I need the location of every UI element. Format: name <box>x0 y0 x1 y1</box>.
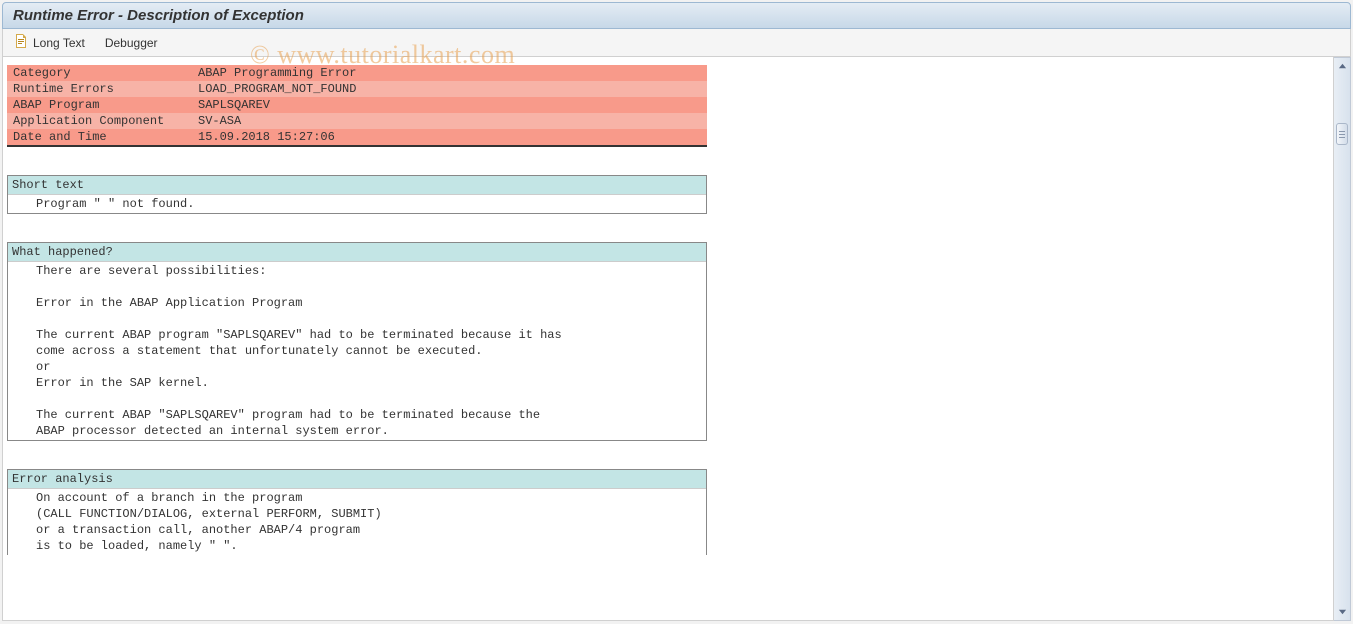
table-row: ABAP Program SAPLSQAREV <box>7 97 707 113</box>
debugger-label: Debugger <box>105 36 158 50</box>
text-line <box>8 391 706 407</box>
info-value: SAPLSQAREV <box>192 97 707 113</box>
info-value: ABAP Programming Error <box>192 65 707 81</box>
table-row: Category ABAP Programming Error <box>7 65 707 81</box>
text-line: On account of a branch in the program <box>8 490 706 506</box>
content-area: Category ABAP Programming Error Runtime … <box>2 57 1334 621</box>
document-icon <box>13 33 29 52</box>
short-text-section: Short text Program " " not found. <box>7 175 707 214</box>
text-line: Error in the SAP kernel. <box>8 375 706 391</box>
info-value: SV-ASA <box>192 113 707 129</box>
what-happened-section: What happened? There are several possibi… <box>7 242 707 441</box>
long-text-button[interactable]: Long Text <box>13 33 85 52</box>
text-line: Error in the ABAP Application Program <box>8 295 706 311</box>
section-body: There are several possibilities: Error i… <box>8 262 706 440</box>
long-text-label: Long Text <box>33 36 85 50</box>
text-line: come across a statement that unfortunate… <box>8 343 706 359</box>
info-label: ABAP Program <box>7 97 192 113</box>
text-line: or <box>8 359 706 375</box>
text-line: The current ABAP "SAPLSQAREV" program ha… <box>8 407 706 423</box>
text-line <box>8 279 706 295</box>
table-row: Application Component SV-ASA <box>7 113 707 129</box>
info-label: Application Component <box>7 113 192 129</box>
text-line: There are several possibilities: <box>8 263 706 279</box>
vertical-scrollbar[interactable] <box>1334 57 1351 621</box>
info-label: Category <box>7 65 192 81</box>
info-label: Date and Time <box>7 129 192 146</box>
text-line: ABAP processor detected an internal syst… <box>8 423 706 439</box>
section-header: Error analysis <box>8 470 706 489</box>
error-analysis-section: Error analysis On account of a branch in… <box>7 469 707 555</box>
text-line: is to be loaded, namely " ". <box>8 538 706 554</box>
section-header: Short text <box>8 176 706 195</box>
scroll-thumb[interactable] <box>1336 123 1348 145</box>
toolbar: Long Text Debugger <box>2 29 1351 57</box>
text-line: or a transaction call, another ABAP/4 pr… <box>8 522 706 538</box>
scroll-up-icon[interactable] <box>1336 60 1349 73</box>
scroll-down-icon[interactable] <box>1336 605 1349 618</box>
text-line: The current ABAP program "SAPLSQAREV" ha… <box>8 327 706 343</box>
info-value: LOAD_PROGRAM_NOT_FOUND <box>192 81 707 97</box>
text-line: Program " " not found. <box>8 196 706 212</box>
section-body: On account of a branch in the program (C… <box>8 489 706 555</box>
table-row: Runtime Errors LOAD_PROGRAM_NOT_FOUND <box>7 81 707 97</box>
info-value: 15.09.2018 15:27:06 <box>192 129 707 146</box>
table-row: Date and Time 15.09.2018 15:27:06 <box>7 129 707 146</box>
text-line: (CALL FUNCTION/DIALOG, external PERFORM,… <box>8 506 706 522</box>
window-title: Runtime Error - Description of Exception <box>2 2 1351 29</box>
info-label: Runtime Errors <box>7 81 192 97</box>
debugger-button[interactable]: Debugger <box>105 36 158 50</box>
section-body: Program " " not found. <box>8 195 706 213</box>
section-header: What happened? <box>8 243 706 262</box>
error-info-table: Category ABAP Programming Error Runtime … <box>7 65 707 147</box>
text-line <box>8 311 706 327</box>
